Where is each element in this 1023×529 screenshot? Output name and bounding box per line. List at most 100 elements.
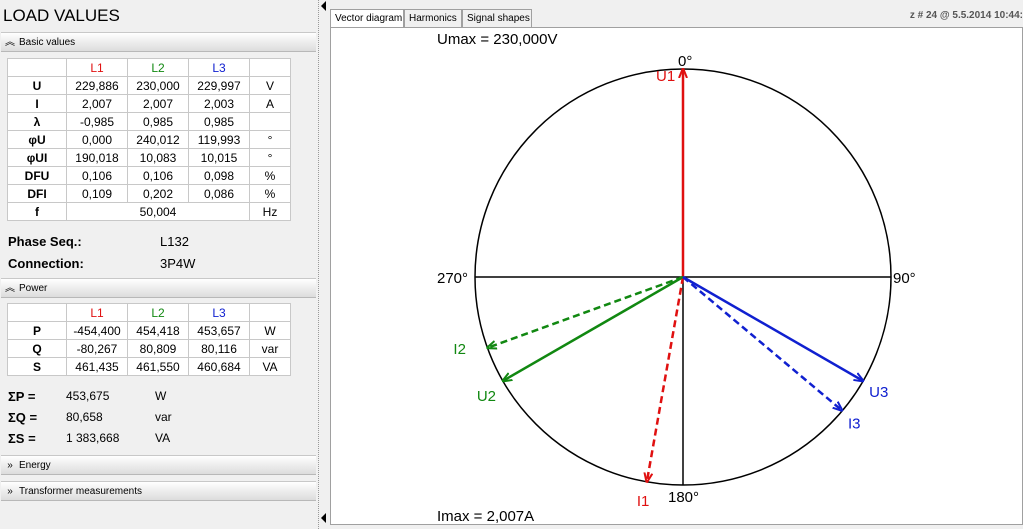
i3-vector bbox=[682, 276, 842, 410]
angle-label-270: 270° bbox=[437, 270, 468, 287]
tab-signal-shapes[interactable]: Signal shapes bbox=[462, 9, 532, 27]
value-cell: 2,003 bbox=[188, 94, 250, 113]
value-cell: 460,684 bbox=[188, 357, 250, 376]
row-label: φUI bbox=[7, 148, 67, 167]
value-cell: 461,435 bbox=[66, 357, 128, 376]
value-cell: 0,106 bbox=[127, 166, 189, 185]
basic-values-header[interactable]: ︽ Basic values bbox=[1, 32, 316, 52]
total-label: ΣQ = bbox=[8, 410, 38, 425]
transformer-label: Transformer measurements bbox=[19, 486, 142, 497]
column-header: L1 bbox=[66, 303, 128, 322]
i1-label: I1 bbox=[637, 493, 650, 510]
table-row: φUI 190,018 10,083 10,015 ° bbox=[7, 148, 291, 167]
table-row: Q -80,267 80,809 80,116 var bbox=[7, 339, 291, 358]
vector-diagram-panel: Umax = 230,000V Imax = 2,007A 0° 90° 180… bbox=[330, 27, 1023, 525]
column-header: L3 bbox=[188, 303, 250, 322]
total-unit: var bbox=[155, 410, 172, 424]
energy-label: Energy bbox=[19, 460, 51, 471]
value-cell: -454,400 bbox=[66, 321, 128, 340]
unit-cell: ° bbox=[249, 148, 291, 167]
total-value: 453,675 bbox=[66, 389, 110, 403]
value-cell: 10,015 bbox=[188, 148, 250, 167]
power-table: L1 L2 L3 P -454,400 454,418 453,657 W Q -80,267 80… bbox=[7, 303, 291, 376]
chevron-up-icon: ︽ bbox=[5, 37, 15, 48]
table-row: f 50,004 Hz bbox=[7, 202, 291, 221]
left-panel: LOAD VALUES ︽ Basic values L1 L2 L3 U 229,886… bbox=[0, 0, 319, 529]
basic-values-table: L1 L2 L3 U 229,886 230,000 229,997 V I 2,007 2,007… bbox=[7, 58, 291, 221]
u3-vector bbox=[682, 275, 863, 381]
u2-label: U2 bbox=[477, 388, 496, 405]
value-cell: 0,202 bbox=[127, 184, 189, 203]
row-label: S bbox=[7, 357, 67, 376]
value-cell: 461,550 bbox=[127, 357, 189, 376]
right-panel: Vector diagram Harmonics Signal shapes z… bbox=[326, 0, 1023, 529]
unit-header bbox=[249, 303, 291, 322]
connection-label: Connection: bbox=[8, 256, 84, 271]
row-label: P bbox=[7, 321, 67, 340]
column-header: L3 bbox=[188, 58, 250, 77]
table-row: DFI 0,109 0,202 0,086% bbox=[7, 184, 291, 203]
table-row: λ -0,985 0,985 0,985 bbox=[7, 112, 291, 131]
row-label: U bbox=[7, 76, 67, 95]
i2-label: I2 bbox=[453, 341, 466, 358]
value-cell: 230,000 bbox=[127, 76, 189, 95]
unit-cell: Hz bbox=[249, 202, 291, 221]
transformer-header[interactable]: » Transformer measurements bbox=[1, 481, 316, 501]
power-header[interactable]: ︽ Power bbox=[1, 278, 316, 298]
table-row: P -454,400 454,418 453,657 W bbox=[7, 321, 291, 340]
tab-harmonics[interactable]: Harmonics bbox=[404, 9, 462, 27]
unit-cell bbox=[249, 112, 291, 131]
value-cell: 10,083 bbox=[127, 148, 189, 167]
value-cell: 2,007 bbox=[127, 94, 189, 113]
unit-cell: A bbox=[249, 94, 291, 113]
unit-cell: VA bbox=[249, 357, 291, 376]
table-corner bbox=[7, 303, 67, 322]
total-value: 80,658 bbox=[66, 410, 103, 424]
angle-label-180: 180° bbox=[668, 489, 699, 506]
column-header: L1 bbox=[66, 58, 128, 77]
value-cell: 0,098 bbox=[188, 166, 250, 185]
imax-label: Imax = 2,007A bbox=[437, 508, 534, 524]
value-cell: -0,985 bbox=[66, 112, 128, 131]
value-cell: 119,993 bbox=[188, 130, 250, 149]
total-unit: W bbox=[155, 389, 167, 403]
tab-vector-diagram[interactable]: Vector diagram bbox=[330, 9, 404, 28]
total-value: 1 383,668 bbox=[66, 431, 120, 445]
u1-label: U1 bbox=[656, 68, 675, 85]
row-label: f bbox=[7, 202, 67, 221]
table-row: φU 0,000 240,012 119,993 ° bbox=[7, 130, 291, 149]
unit-cell: W bbox=[249, 321, 291, 340]
total-label: ΣP = bbox=[8, 389, 36, 404]
table-row: U 229,886 230,000 229,997 V bbox=[7, 76, 291, 95]
page-title: LOAD VALUES bbox=[3, 6, 120, 25]
table-row: I 2,007 2,007 2,003 A bbox=[7, 94, 291, 113]
row-label: DFU bbox=[7, 166, 67, 185]
chevron-up-icon: ︽ bbox=[5, 283, 15, 294]
value-cell: 453,657 bbox=[188, 321, 250, 340]
energy-header[interactable]: » Energy bbox=[1, 455, 316, 475]
value-cell: -80,267 bbox=[66, 339, 128, 358]
column-header: L2 bbox=[127, 58, 189, 77]
phase-seq-label: Phase Seq.: bbox=[8, 234, 82, 249]
unit-cell: % bbox=[249, 184, 291, 203]
status-text: z # 24 @ 5.5.2014 10:44: bbox=[909, 10, 1023, 21]
i1-vector bbox=[647, 276, 685, 482]
value-cell: 80,116 bbox=[188, 339, 250, 358]
vector-diagram: Umax = 230,000V Imax = 2,007A 0° 90° 180… bbox=[437, 31, 916, 524]
connection-value: 3P4W bbox=[160, 256, 196, 271]
row-label: I bbox=[7, 94, 67, 113]
value-cell: 229,886 bbox=[66, 76, 128, 95]
value-cell: 2,007 bbox=[66, 94, 128, 113]
total-unit: VA bbox=[155, 431, 171, 445]
u2-vector bbox=[503, 275, 684, 381]
power-label: Power bbox=[19, 283, 48, 294]
frequency-value: 50,004 bbox=[66, 202, 250, 221]
value-cell: 240,012 bbox=[127, 130, 189, 149]
unit-cell: ° bbox=[249, 130, 291, 149]
table-row: S 461,435 461,550 460,684 VA bbox=[7, 357, 291, 376]
value-cell: 0,109 bbox=[66, 184, 128, 203]
row-label: φU bbox=[7, 130, 67, 149]
table-corner bbox=[7, 58, 67, 77]
unit-header bbox=[249, 58, 291, 77]
chevron-down-icon: » bbox=[7, 486, 13, 497]
